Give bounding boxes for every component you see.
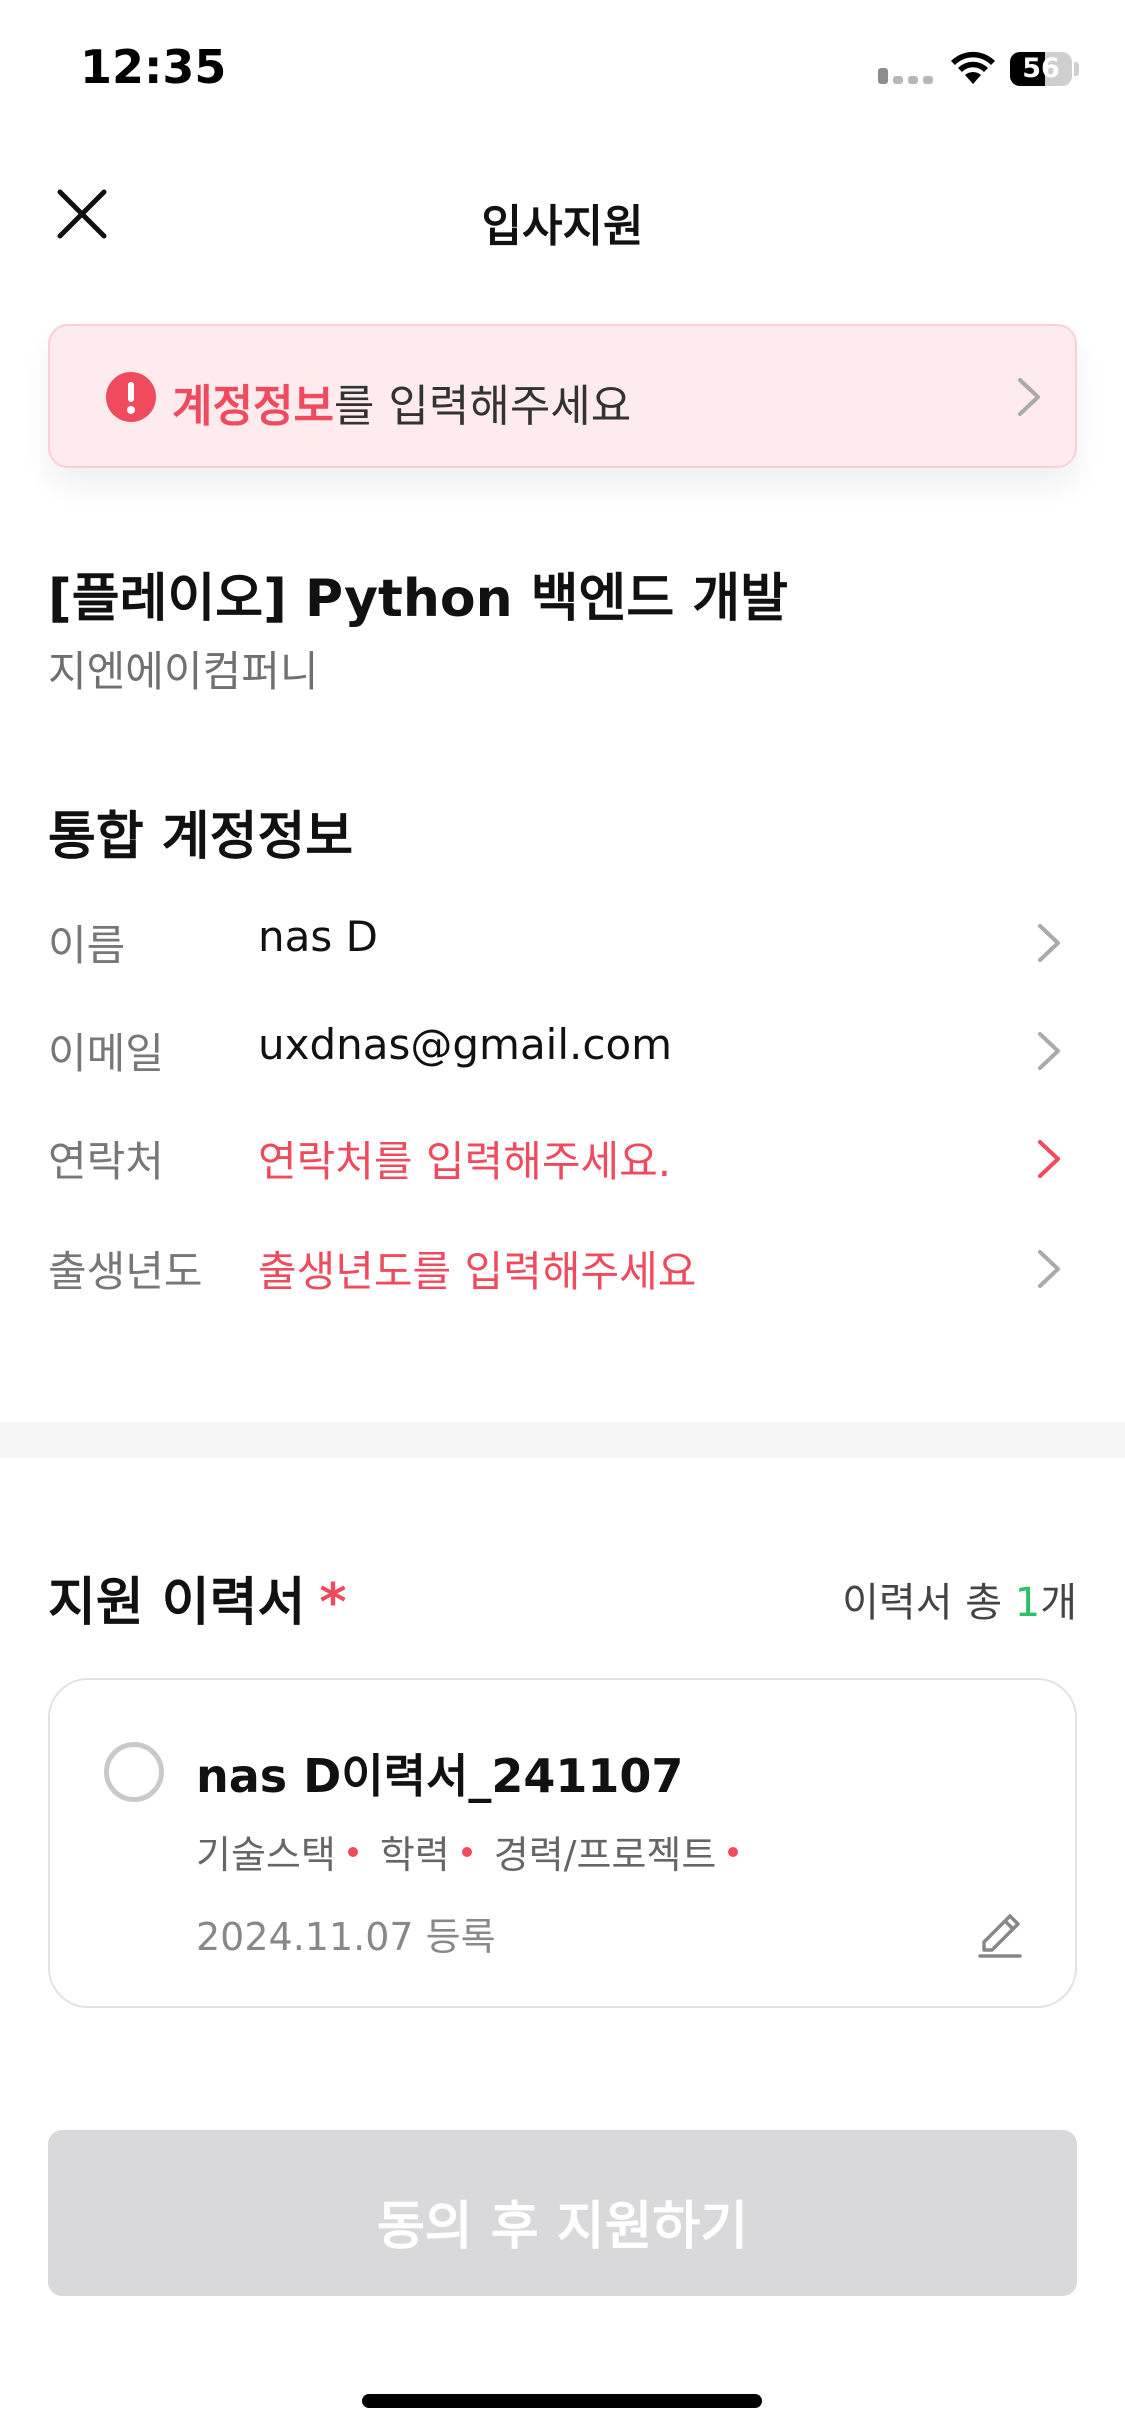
battery-icon: 56 [1010, 52, 1072, 86]
status-bar: 12:35 56 [0, 0, 1125, 140]
info-value: 연락처를 입력해주세요. [258, 1137, 672, 1186]
resume-tags: 기술스택 학력 경력/프로젝트 [196, 1824, 739, 1879]
account-section-title: 통합 계정정보 [48, 807, 354, 867]
alert-message: 계정정보를 입력해주세요 [172, 370, 631, 434]
info-row-birth-year[interactable]: 출생년도 출생년도를 입력해주세요 [0, 1218, 1125, 1318]
company-name: 지엔에이컴퍼니 [48, 647, 319, 696]
incomplete-dot [461, 1846, 472, 1857]
resume-tag-label: 학력 [379, 1833, 450, 1877]
resume-count-prefix: 이력서 총 [842, 1580, 1015, 1626]
info-label: 출생년도 [48, 1247, 203, 1296]
resume-name: nas D이력서_241107 [196, 1749, 684, 1803]
resume-tag: 기술스택 [196, 1824, 358, 1879]
pencil-icon[interactable] [970, 1900, 1030, 1960]
chevron-right-icon [1018, 378, 1040, 416]
chevron-right-icon [1038, 1032, 1060, 1070]
resume-count: 이력서 총 1개 [842, 1570, 1077, 1628]
info-row-phone[interactable]: 연락처 연락처를 입력해주세요. [0, 1108, 1125, 1208]
job-title: [플레이오] Python 백엔드 개발 [48, 569, 788, 629]
info-value: 출생년도를 입력해주세요 [258, 1247, 697, 1296]
info-value: nas D [258, 912, 378, 961]
resume-card[interactable]: nas D이력서_241107 기술스택 학력 경력/프로젝트 2024.11.… [48, 1678, 1077, 2008]
info-row-email[interactable]: 이메일 uxdnas@gmail.com [0, 1000, 1125, 1100]
page-title: 입사지원 [481, 201, 644, 252]
exclamation-icon [106, 372, 156, 422]
resume-count-suffix: 개 [1040, 1580, 1077, 1626]
chevron-right-icon [1038, 924, 1060, 962]
apply-button[interactable]: 동의 후 지원하기 [48, 2130, 1077, 2296]
alert-message-rest: 를 입력해주세요 [333, 381, 632, 432]
apply-button-label: 동의 후 지원하기 [376, 2197, 749, 2257]
alert-highlight: 계정정보 [172, 381, 334, 432]
info-label: 연락처 [48, 1137, 164, 1186]
home-indicator [362, 2394, 762, 2408]
resume-radio[interactable] [104, 1742, 164, 1802]
incomplete-dot [728, 1846, 739, 1857]
status-time: 12:35 [80, 40, 227, 94]
resume-tag: 경력/프로젝트 [494, 1824, 739, 1879]
info-value: uxdnas@gmail.com [258, 1020, 673, 1069]
resume-count-number: 1 [1014, 1580, 1041, 1626]
resume-date: 2024.11.07 등록 [196, 1915, 496, 1959]
info-label: 이름 [48, 921, 126, 970]
resume-tag-label: 기술스택 [196, 1833, 336, 1877]
required-mark: * [319, 1573, 347, 1633]
wifi-icon [951, 51, 995, 84]
incomplete-dot [347, 1846, 358, 1857]
cellular-signal-icon [878, 68, 934, 84]
chevron-right-icon [1038, 1140, 1060, 1178]
battery-tip [1074, 62, 1079, 76]
info-row-name[interactable]: 이름 nas D [0, 892, 1125, 992]
account-info-alert[interactable]: 계정정보를 입력해주세요 [48, 324, 1077, 468]
info-label: 이메일 [48, 1029, 164, 1078]
battery-percent: 56 [1022, 53, 1060, 84]
resume-tag-label: 경력/프로젝트 [493, 1833, 717, 1877]
resume-section-title: 지원 이력서 * [48, 1560, 347, 1635]
chevron-right-icon [1038, 1250, 1060, 1288]
resume-tag: 학력 [380, 1824, 472, 1879]
resume-section-label: 지원 이력서 [48, 1573, 306, 1633]
section-divider [0, 1422, 1125, 1458]
